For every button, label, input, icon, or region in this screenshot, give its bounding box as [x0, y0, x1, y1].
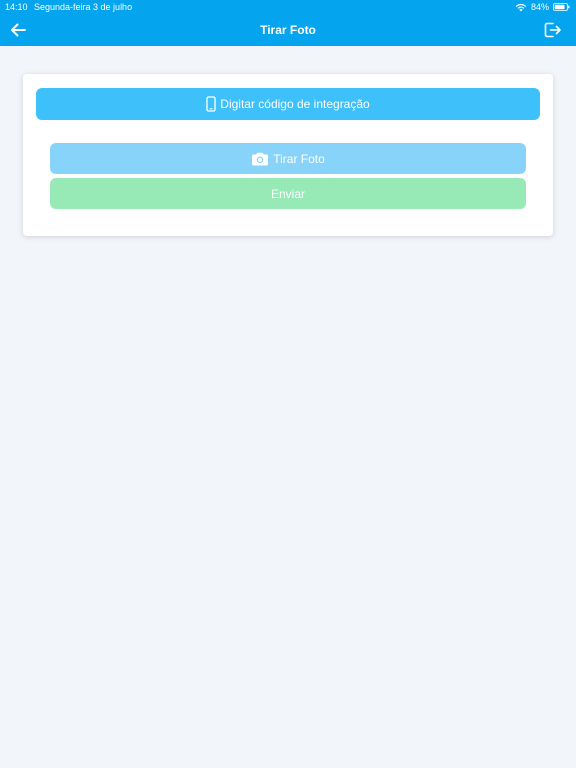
send-label: Enviar — [270, 186, 305, 201]
status-date: Segunda-feira 3 de julho — [34, 2, 133, 12]
battery-icon — [553, 3, 570, 11]
page-title: Tirar Foto — [260, 23, 316, 37]
photo-card: Digitar código de integração Tirar Foto … — [23, 74, 553, 236]
nav-bar: Tirar Foto — [0, 14, 576, 46]
logout-button[interactable] — [542, 19, 564, 41]
status-bar: 14:10 Segunda-feira 3 de julho 84% — [0, 0, 576, 14]
status-time: 14:10 — [5, 2, 28, 12]
battery-percentage: 84% — [530, 2, 549, 12]
status-indicators: 84% — [515, 0, 570, 14]
wifi-icon — [515, 3, 527, 11]
take-photo-label: Tirar Foto — [273, 151, 325, 166]
send-button[interactable]: Enviar — [50, 178, 526, 209]
take-photo-button[interactable]: Tirar Foto — [50, 143, 526, 174]
enter-integration-code-button[interactable]: Digitar código de integração — [36, 88, 540, 120]
smartphone-icon — [206, 96, 216, 112]
camera-icon — [252, 152, 269, 165]
enter-integration-code-label: Digitar código de integração — [220, 97, 370, 111]
logout-icon — [544, 22, 561, 38]
app-header: 14:10 Segunda-feira 3 de julho 84% Tirar… — [0, 0, 576, 46]
